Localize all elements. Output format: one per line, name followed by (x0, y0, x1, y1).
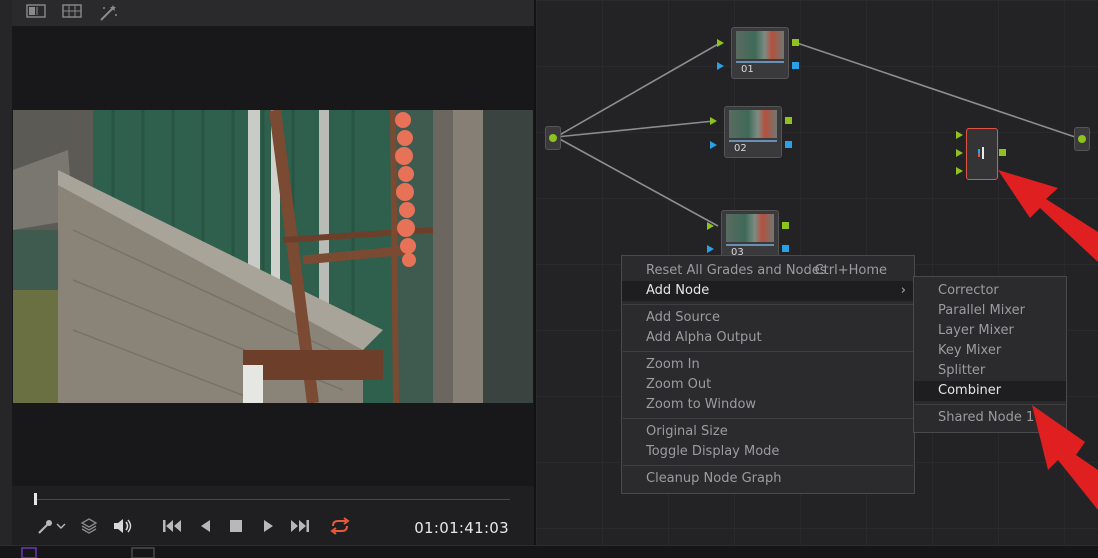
annotation-arrows (998, 170, 1098, 510)
arrow-to-combiner-node (998, 170, 1098, 262)
arrow-to-combiner-menu-item (1032, 405, 1098, 510)
bottom-status-strip (0, 545, 1098, 558)
